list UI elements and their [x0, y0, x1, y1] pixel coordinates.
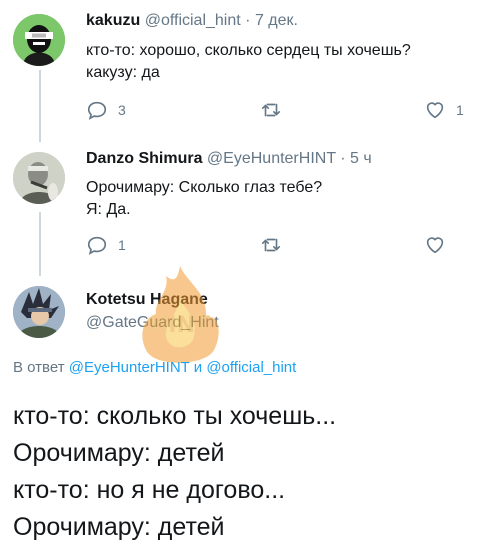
avatar[interactable] — [13, 286, 65, 338]
like-button[interactable] — [424, 233, 456, 257]
display-name[interactable]: Danzo Shimura — [86, 150, 202, 167]
like-button[interactable]: 1 — [424, 98, 464, 122]
reply-count: 3 — [118, 102, 126, 118]
tweet-header: Danzo Shimura @EyeHunterHINT · 5 ч — [86, 150, 372, 168]
like-count: 1 — [456, 102, 464, 118]
main-tweet-line: кто-то: но я не догово... — [13, 476, 286, 504]
mention-joiner: и — [193, 359, 203, 376]
heart-icon — [426, 237, 444, 254]
avatar[interactable] — [13, 14, 65, 66]
thread-line — [39, 70, 41, 142]
tweet-line: какузу: да — [86, 64, 160, 81]
main-tweet-line: кто-то: сколько ты хочешь... — [13, 402, 337, 430]
avatar[interactable] — [13, 152, 65, 204]
retweet-button[interactable] — [260, 98, 292, 122]
reply-button[interactable]: 1 — [86, 233, 126, 257]
tweet-line: Орочимару: Сколько глаз тебе? — [86, 179, 323, 196]
retweet-button[interactable] — [260, 233, 292, 257]
reply-to-prefix: В ответ — [13, 359, 65, 376]
display-name[interactable]: kakuzu — [86, 12, 140, 29]
retweet-icon — [261, 103, 281, 117]
tweet-time[interactable]: 5 ч — [350, 150, 372, 167]
tweet-line: кто-то: хорошо, сколько сердец ты хочешь… — [86, 42, 411, 59]
main-tweet-text: кто-то: сколько ты хочешь... Орочимару: … — [13, 398, 336, 546]
separator-dot: · — [245, 12, 251, 29]
main-tweet-line: Орочимару: детей — [13, 513, 225, 541]
tweet-actions: 1 — [86, 233, 476, 257]
user-handle[interactable]: @official_hint — [145, 12, 241, 29]
tweet-line: Я: Да. — [86, 201, 131, 218]
retweet-icon — [261, 238, 281, 252]
heart-icon — [426, 102, 444, 119]
reply-button[interactable]: 3 — [86, 98, 126, 122]
tweet-header: kakuzu @official_hint · 7 дек. — [86, 12, 298, 30]
mention-link[interactable]: @official_hint — [206, 359, 296, 376]
mention-link[interactable]: @EyeHunterHINT — [69, 359, 190, 376]
reply-icon — [87, 236, 107, 255]
main-tweet-line: Орочимару: детей — [13, 439, 225, 467]
reply-count: 1 — [118, 237, 126, 253]
tweet-actions: 3 1 — [86, 98, 476, 122]
thread-line — [39, 212, 41, 276]
separator-dot: · — [340, 150, 346, 167]
watermark-flame-icon: HINT — [142, 266, 219, 363]
tweet-text: Орочимару: Сколько глаз тебе? Я: Да. — [86, 177, 322, 221]
tweet-text: кто-то: хорошо, сколько сердец ты хочешь… — [86, 40, 411, 84]
tweet-time[interactable]: 7 дек. — [255, 12, 298, 29]
user-handle[interactable]: @EyeHunterHINT — [207, 150, 336, 167]
reply-to-line: В ответ @EyeHunterHINT и @official_hint — [13, 359, 296, 376]
watermark-text: HINT — [150, 313, 210, 338]
reply-icon — [87, 101, 107, 120]
